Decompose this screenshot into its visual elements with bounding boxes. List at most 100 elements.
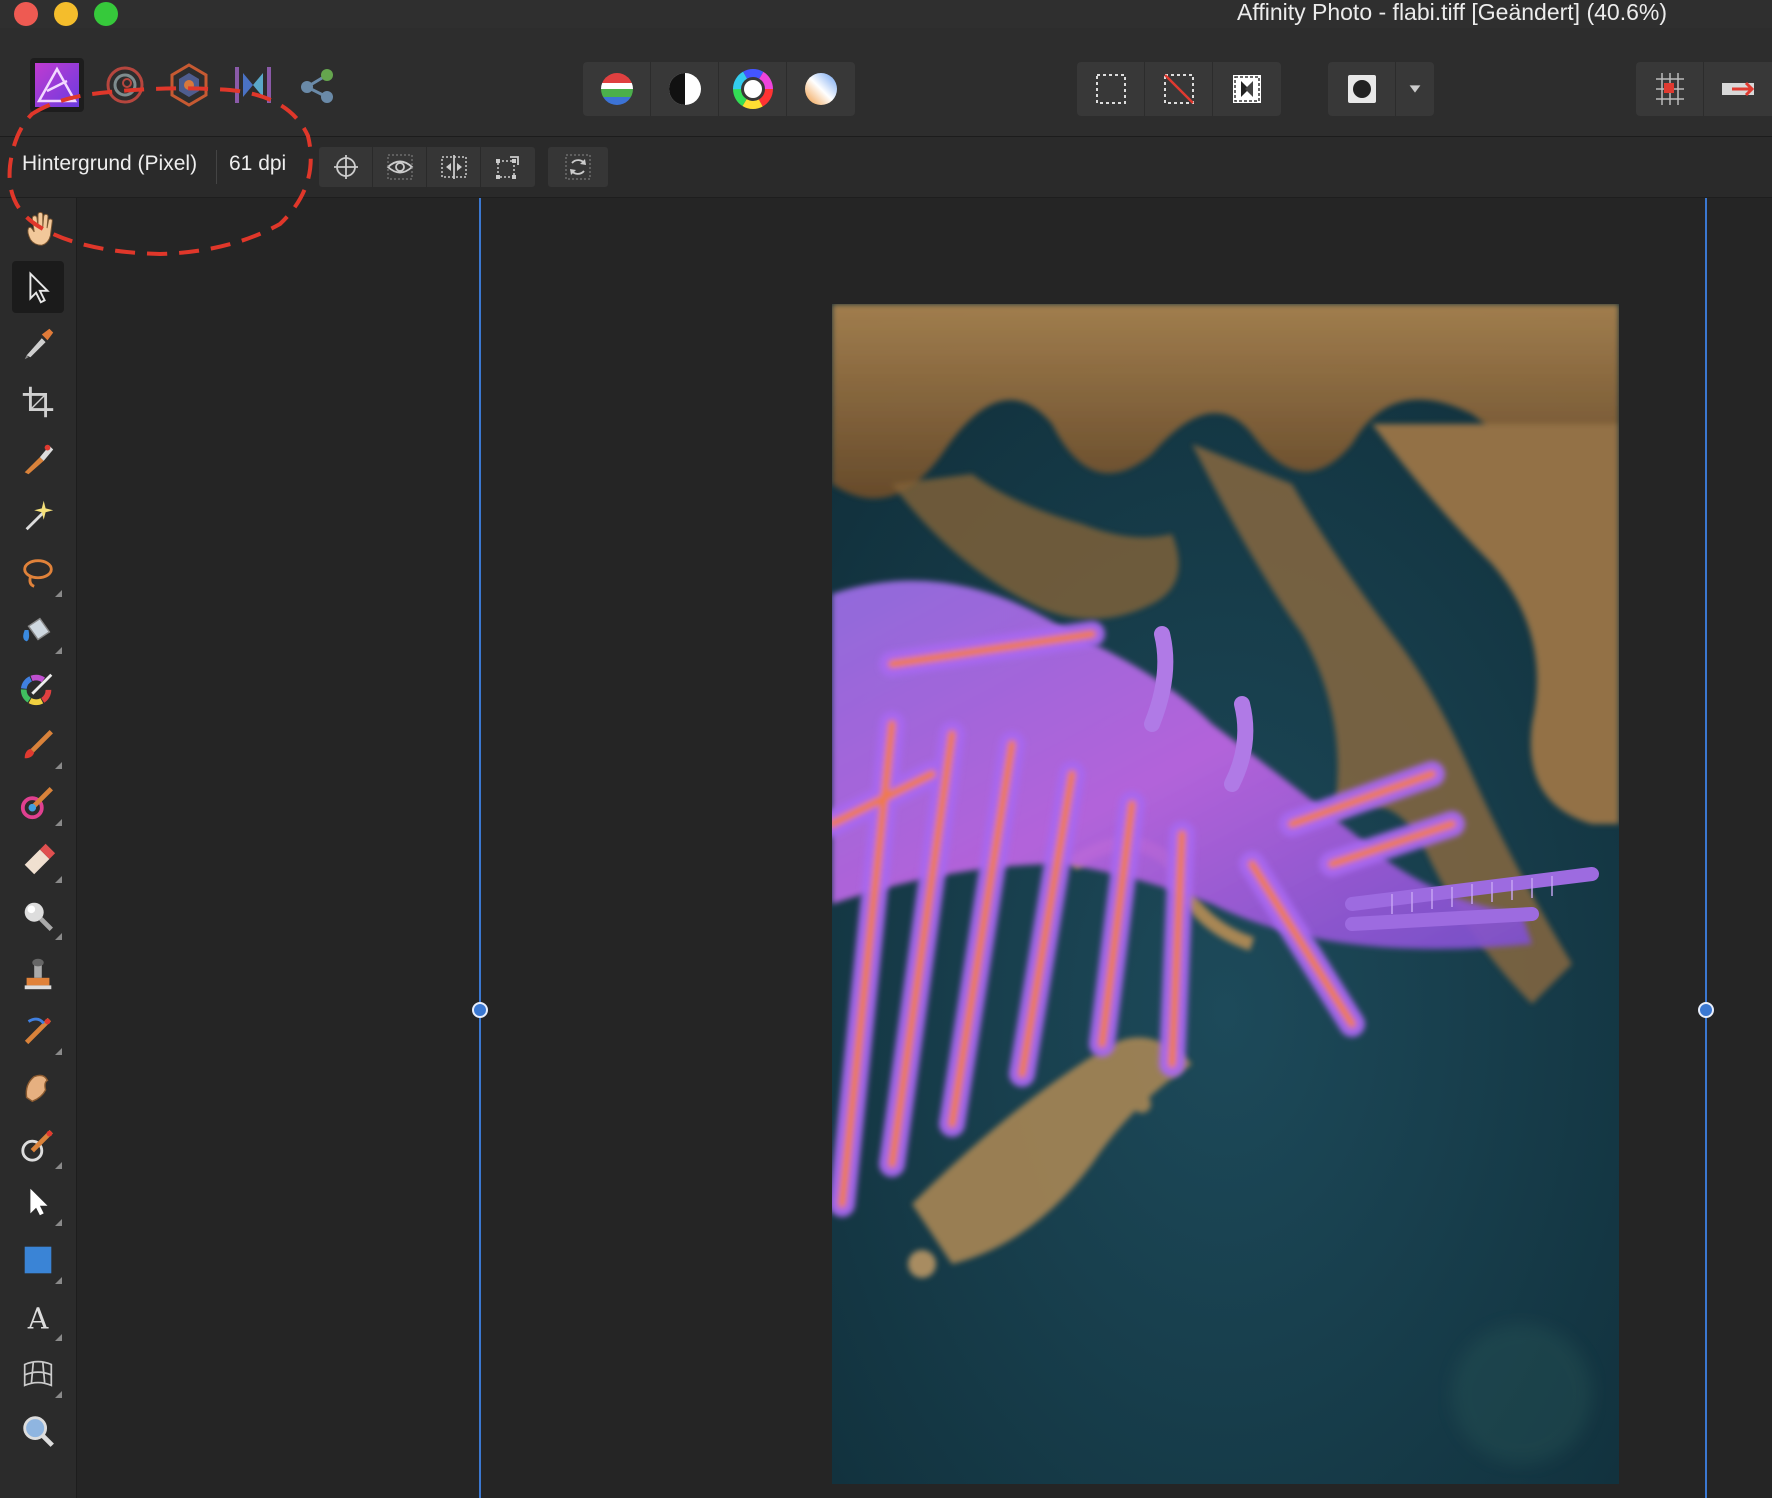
flyout-indicator	[55, 1047, 62, 1055]
snapping-button[interactable]	[1636, 62, 1704, 116]
assistant-button[interactable]	[1704, 62, 1772, 116]
flyout-indicator	[55, 1162, 62, 1170]
mesh-warp-icon	[23, 1360, 53, 1387]
quick-mask-icon	[1347, 75, 1376, 103]
auto-colors-button[interactable]	[719, 62, 787, 116]
guide-right[interactable]	[1705, 198, 1707, 1498]
flood-fill-icon	[23, 618, 51, 642]
flyout-indicator	[55, 590, 62, 598]
color-replacement-button[interactable]	[12, 776, 64, 828]
smudge-tool-button[interactable]	[12, 1062, 64, 1114]
flip-horizontal-button[interactable]	[427, 147, 481, 187]
crop-tool-button[interactable]	[12, 376, 64, 428]
freehand-selection-button[interactable]	[12, 547, 64, 599]
text-tool-icon: A	[27, 1302, 49, 1335]
photo-persona-button[interactable]	[30, 58, 84, 112]
dpi-label: 61 dpi	[229, 152, 287, 175]
rotate-context-group	[548, 147, 608, 187]
left-resize-handle[interactable]	[472, 1002, 488, 1018]
context-toolbar: Hintergrund (Pixel) 61 dpi	[0, 137, 1772, 198]
healing-brush-icon	[24, 1017, 52, 1044]
transform-button[interactable]	[481, 147, 535, 187]
red-eye-button[interactable]	[12, 1119, 64, 1171]
rotate-icon	[565, 154, 591, 180]
flyout-indicator	[55, 761, 62, 769]
close-window-button[interactable]	[14, 2, 38, 26]
healing-brush-button[interactable]	[12, 1005, 64, 1057]
rectangle-tool-icon	[24, 1246, 52, 1273]
flyout-indicator	[55, 933, 62, 941]
flood-fill-button[interactable]	[12, 604, 64, 656]
document-canvas[interactable]	[77, 198, 1772, 1498]
tone-mapping-persona-icon	[235, 67, 271, 103]
flyout-indicator	[55, 819, 62, 826]
paint-brush-icon	[24, 729, 53, 759]
flyout-indicator	[55, 876, 62, 884]
zoom-tool-icon	[23, 1416, 54, 1448]
dropdown-arrow-icon	[1409, 85, 1421, 93]
photo-image	[832, 304, 1619, 1484]
selection-brush-button[interactable]	[12, 433, 64, 485]
quick-mask-group	[1328, 62, 1434, 116]
node-tool-button[interactable]	[12, 1176, 64, 1228]
flyout-indicator	[55, 1391, 62, 1398]
transform-context-group	[319, 147, 535, 187]
dodge-tool-button[interactable]	[12, 890, 64, 942]
maximize-window-button[interactable]	[94, 2, 118, 26]
view-icon	[386, 154, 413, 180]
selection-brush-icon	[24, 444, 54, 474]
paint-brush-button[interactable]	[12, 719, 64, 771]
export-persona-icon	[301, 69, 333, 103]
snapping-icon	[1655, 73, 1684, 105]
target-button[interactable]	[319, 147, 373, 187]
quick-mask-button[interactable]	[1328, 62, 1396, 116]
minimize-window-button[interactable]	[54, 2, 78, 26]
text-tool-button[interactable]: A	[12, 1291, 64, 1343]
clone-brush-button[interactable]	[12, 948, 64, 1000]
quick-mask-dropdown[interactable]	[1396, 62, 1434, 116]
flood-select-icon	[25, 500, 54, 531]
invert-selection-button[interactable]	[1213, 62, 1281, 116]
tone-mapping-persona-button[interactable]	[226, 58, 280, 112]
flood-select-button[interactable]	[12, 490, 64, 542]
right-toolbar-group	[1636, 62, 1772, 116]
context-divider	[216, 150, 217, 184]
crop-tool-icon	[22, 386, 54, 417]
title-bar: Affinity Photo - flabi.tiff [Geändert] (…	[0, 0, 1772, 28]
view-button[interactable]	[373, 147, 427, 187]
freehand-selection-icon	[23, 559, 53, 588]
liquify-persona-icon	[106, 66, 144, 104]
color-replacement-icon	[20, 787, 53, 820]
tools-panel: A	[0, 198, 77, 1498]
select-all-button[interactable]	[1077, 62, 1145, 116]
mesh-warp-button[interactable]	[12, 1348, 64, 1400]
hand-tool-icon	[27, 211, 53, 246]
color-picker-button[interactable]	[12, 318, 64, 370]
white-balance-button[interactable]	[787, 62, 855, 116]
flyout-indicator	[55, 1219, 62, 1227]
guide-left[interactable]	[479, 198, 481, 1498]
levels-button[interactable]	[583, 62, 651, 116]
erase-brush-button[interactable]	[12, 833, 64, 885]
node-tool-icon	[30, 1189, 48, 1216]
zoom-tool-button[interactable]	[12, 1405, 64, 1457]
rectangle-tool-button[interactable]	[12, 1234, 64, 1286]
export-persona-button[interactable]	[290, 58, 344, 112]
deselect-icon	[1163, 74, 1194, 104]
hand-tool-button[interactable]	[12, 204, 64, 256]
right-resize-handle[interactable]	[1698, 1002, 1714, 1018]
dodge-tool-icon	[24, 903, 53, 932]
adjustments-group	[583, 62, 855, 116]
flyout-indicator	[55, 1276, 62, 1284]
liquify-persona-button[interactable]	[98, 58, 152, 112]
rotate-button[interactable]	[548, 147, 608, 187]
white-balance-icon	[805, 73, 837, 105]
red-eye-icon	[21, 1130, 53, 1162]
move-tool-button[interactable]	[12, 261, 64, 314]
flyout-indicator	[55, 647, 62, 655]
auto-contrast-button[interactable]	[651, 62, 719, 116]
main-toolbar	[0, 28, 1772, 137]
gradient-tool-button[interactable]	[12, 662, 64, 714]
develop-persona-button[interactable]	[162, 58, 216, 112]
deselect-button[interactable]	[1145, 62, 1213, 116]
